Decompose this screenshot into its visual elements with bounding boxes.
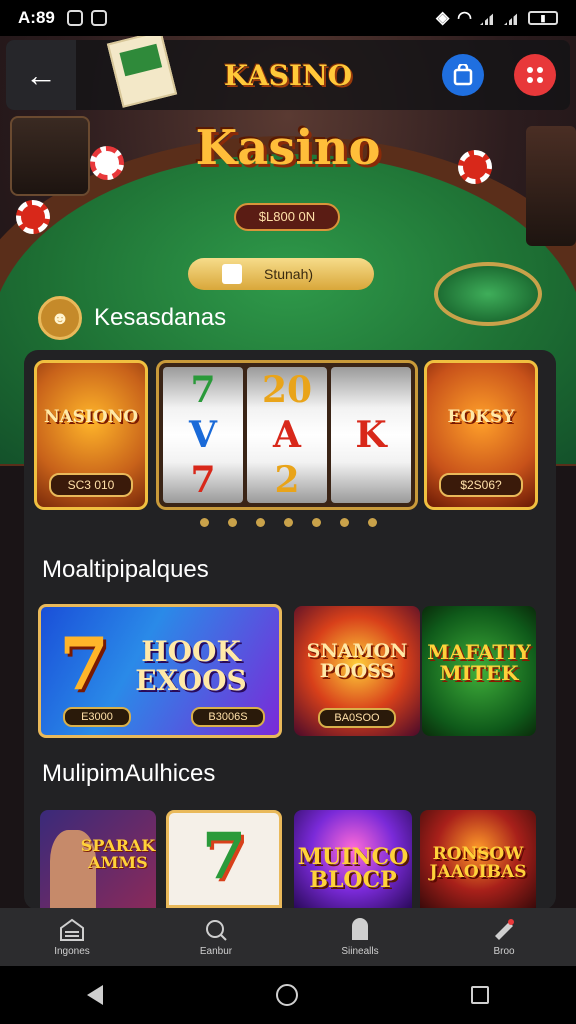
reel-symbol: 20 [261,368,313,411]
featured-card-title: NASIONO [43,407,139,427]
nav-label: Broo [493,945,515,957]
app-logo: KASINO [223,58,353,92]
signal-icon [480,11,496,25]
system-navigation-bar [0,966,576,1024]
app-bar: ← KASINO [6,30,570,110]
featured-card-price: SC3 010 [49,473,133,497]
signal-icon-2 [504,11,520,25]
location-icon: ◈ [436,8,450,27]
promo-label: Stunah) [264,266,314,282]
page-dot[interactable] [200,518,209,527]
featured-card-title: EOKSY [447,407,515,427]
featured-card[interactable]: NASIONO SC3 010 [34,360,148,510]
nav-item-rooms[interactable]: Siinealls [288,908,432,966]
hero-title: Kasino [195,120,381,176]
cards-icon [222,264,242,284]
section-title: Kesasdanas [94,304,227,331]
game-tile[interactable]: SPARAK AMMS [40,810,156,908]
game-tile[interactable]: RONSOW JAAOIBAS [420,810,536,908]
nav-item-search[interactable]: Eanbur [144,908,288,966]
game-tile-title: SNAMON POOSS [306,640,408,682]
casino-app-screen: A:89 ◈ ◠ ▮ ← KASINO Kasino $L800 0N Stun… [0,0,576,1024]
reel-symbol: 7 [190,459,216,502]
featured-card-price: $2S06? [439,473,523,497]
page-dot[interactable] [284,518,293,527]
coin-icon: ☻ [38,296,82,340]
arrow-left-icon: ← [25,56,57,93]
game-tile-title: MUINCO BLOCP [297,844,409,894]
game-tile-title: 7 [201,819,247,894]
bag-icon [453,64,473,86]
nav-item-tickets[interactable]: Broo [432,908,576,966]
reel: K [331,367,411,503]
game-tile[interactable]: SNAMON POOSS BA0SOO [294,606,420,736]
game-tile[interactable]: MAFATIY MITEK [422,606,536,736]
back-button[interactable]: ← [6,40,76,110]
featured-carousel[interactable]: NASIONO SC3 010 7 Ⅴ 7 20 A 2 K EOKSY $2S… [34,360,538,510]
page-dot[interactable] [228,518,237,527]
wifi-icon: ◠ [457,8,472,27]
nav-label: Eanbur [199,945,233,957]
game-tile-title: SPARAK AMMS [80,836,156,872]
notification-icon [66,10,83,26]
game-tile-price: B3006S [191,707,265,727]
promo-button[interactable]: Stunah) [188,258,374,290]
nav-label: Ingones [54,945,90,957]
reel-symbol: K [355,413,387,456]
system-recents-icon[interactable] [471,986,490,1004]
bottom-navigation: Ingones Eanbur Siinealls Broo [0,908,576,966]
nav-label: Siinealls [341,945,379,957]
game-tile-title: RONSOW JAAOIBAS [429,844,527,882]
status-bar: A:89 ◈ ◠ ▮ [0,0,576,36]
game-tile[interactable]: 7 [166,810,282,908]
page-dot[interactable] [256,518,265,527]
ticket-icon [495,918,514,940]
dice-button[interactable] [514,54,556,96]
section-title: Moaltipipalques [42,556,209,583]
page-dot[interactable] [312,518,321,527]
game-tile-title: HOOK EXOOS [135,635,247,698]
mini-table-icon[interactable] [434,262,542,326]
chip-icon [16,200,50,234]
reel-symbol: Ⅴ [189,413,217,456]
battery-icon: ▮ [528,11,558,25]
status-indicators: ◈ ◠ ▮ [436,8,558,28]
notification-icon-2 [90,10,107,26]
lottery-ticket-icon [106,30,178,108]
page-dot[interactable] [340,518,349,527]
search-icon [206,919,227,941]
reel-symbol: 2 [274,459,300,502]
carousel-pagination [200,518,377,527]
page-dot[interactable] [368,518,377,527]
section-title: MulipimAulhices [42,760,216,787]
door-icon [352,917,368,940]
game-tile[interactable]: MUINCO BLOCP [294,810,412,908]
game-tile[interactable]: 7 HOOK EXOOS E3000 B3006S [38,604,282,738]
shop-button[interactable] [442,54,484,96]
reel: 20 A 2 [247,367,327,503]
reel-symbol: 7 [190,368,216,411]
section-header: ☻ Kesasdanas [38,296,226,340]
system-back-icon[interactable] [86,985,103,1005]
reel-symbol: A [273,413,301,456]
status-time: A:89 [18,8,55,27]
game-tile-price: E3000 [63,707,131,727]
game-tile-price: BA0SOO [318,708,396,728]
pot-badge: $L800 0N [234,203,340,231]
game-tile-title: MAFATIY MITEK [427,640,531,685]
home-grid-icon [60,918,84,941]
featured-card[interactable]: EOKSY $2S06? [424,360,538,510]
nav-item-home[interactable]: Ingones [0,908,144,966]
dice-icon [527,67,543,83]
reel: 7 Ⅴ 7 [163,367,243,503]
slot-reels[interactable]: 7 Ⅴ 7 20 A 2 K [156,360,418,510]
system-home-icon[interactable] [275,984,298,1006]
